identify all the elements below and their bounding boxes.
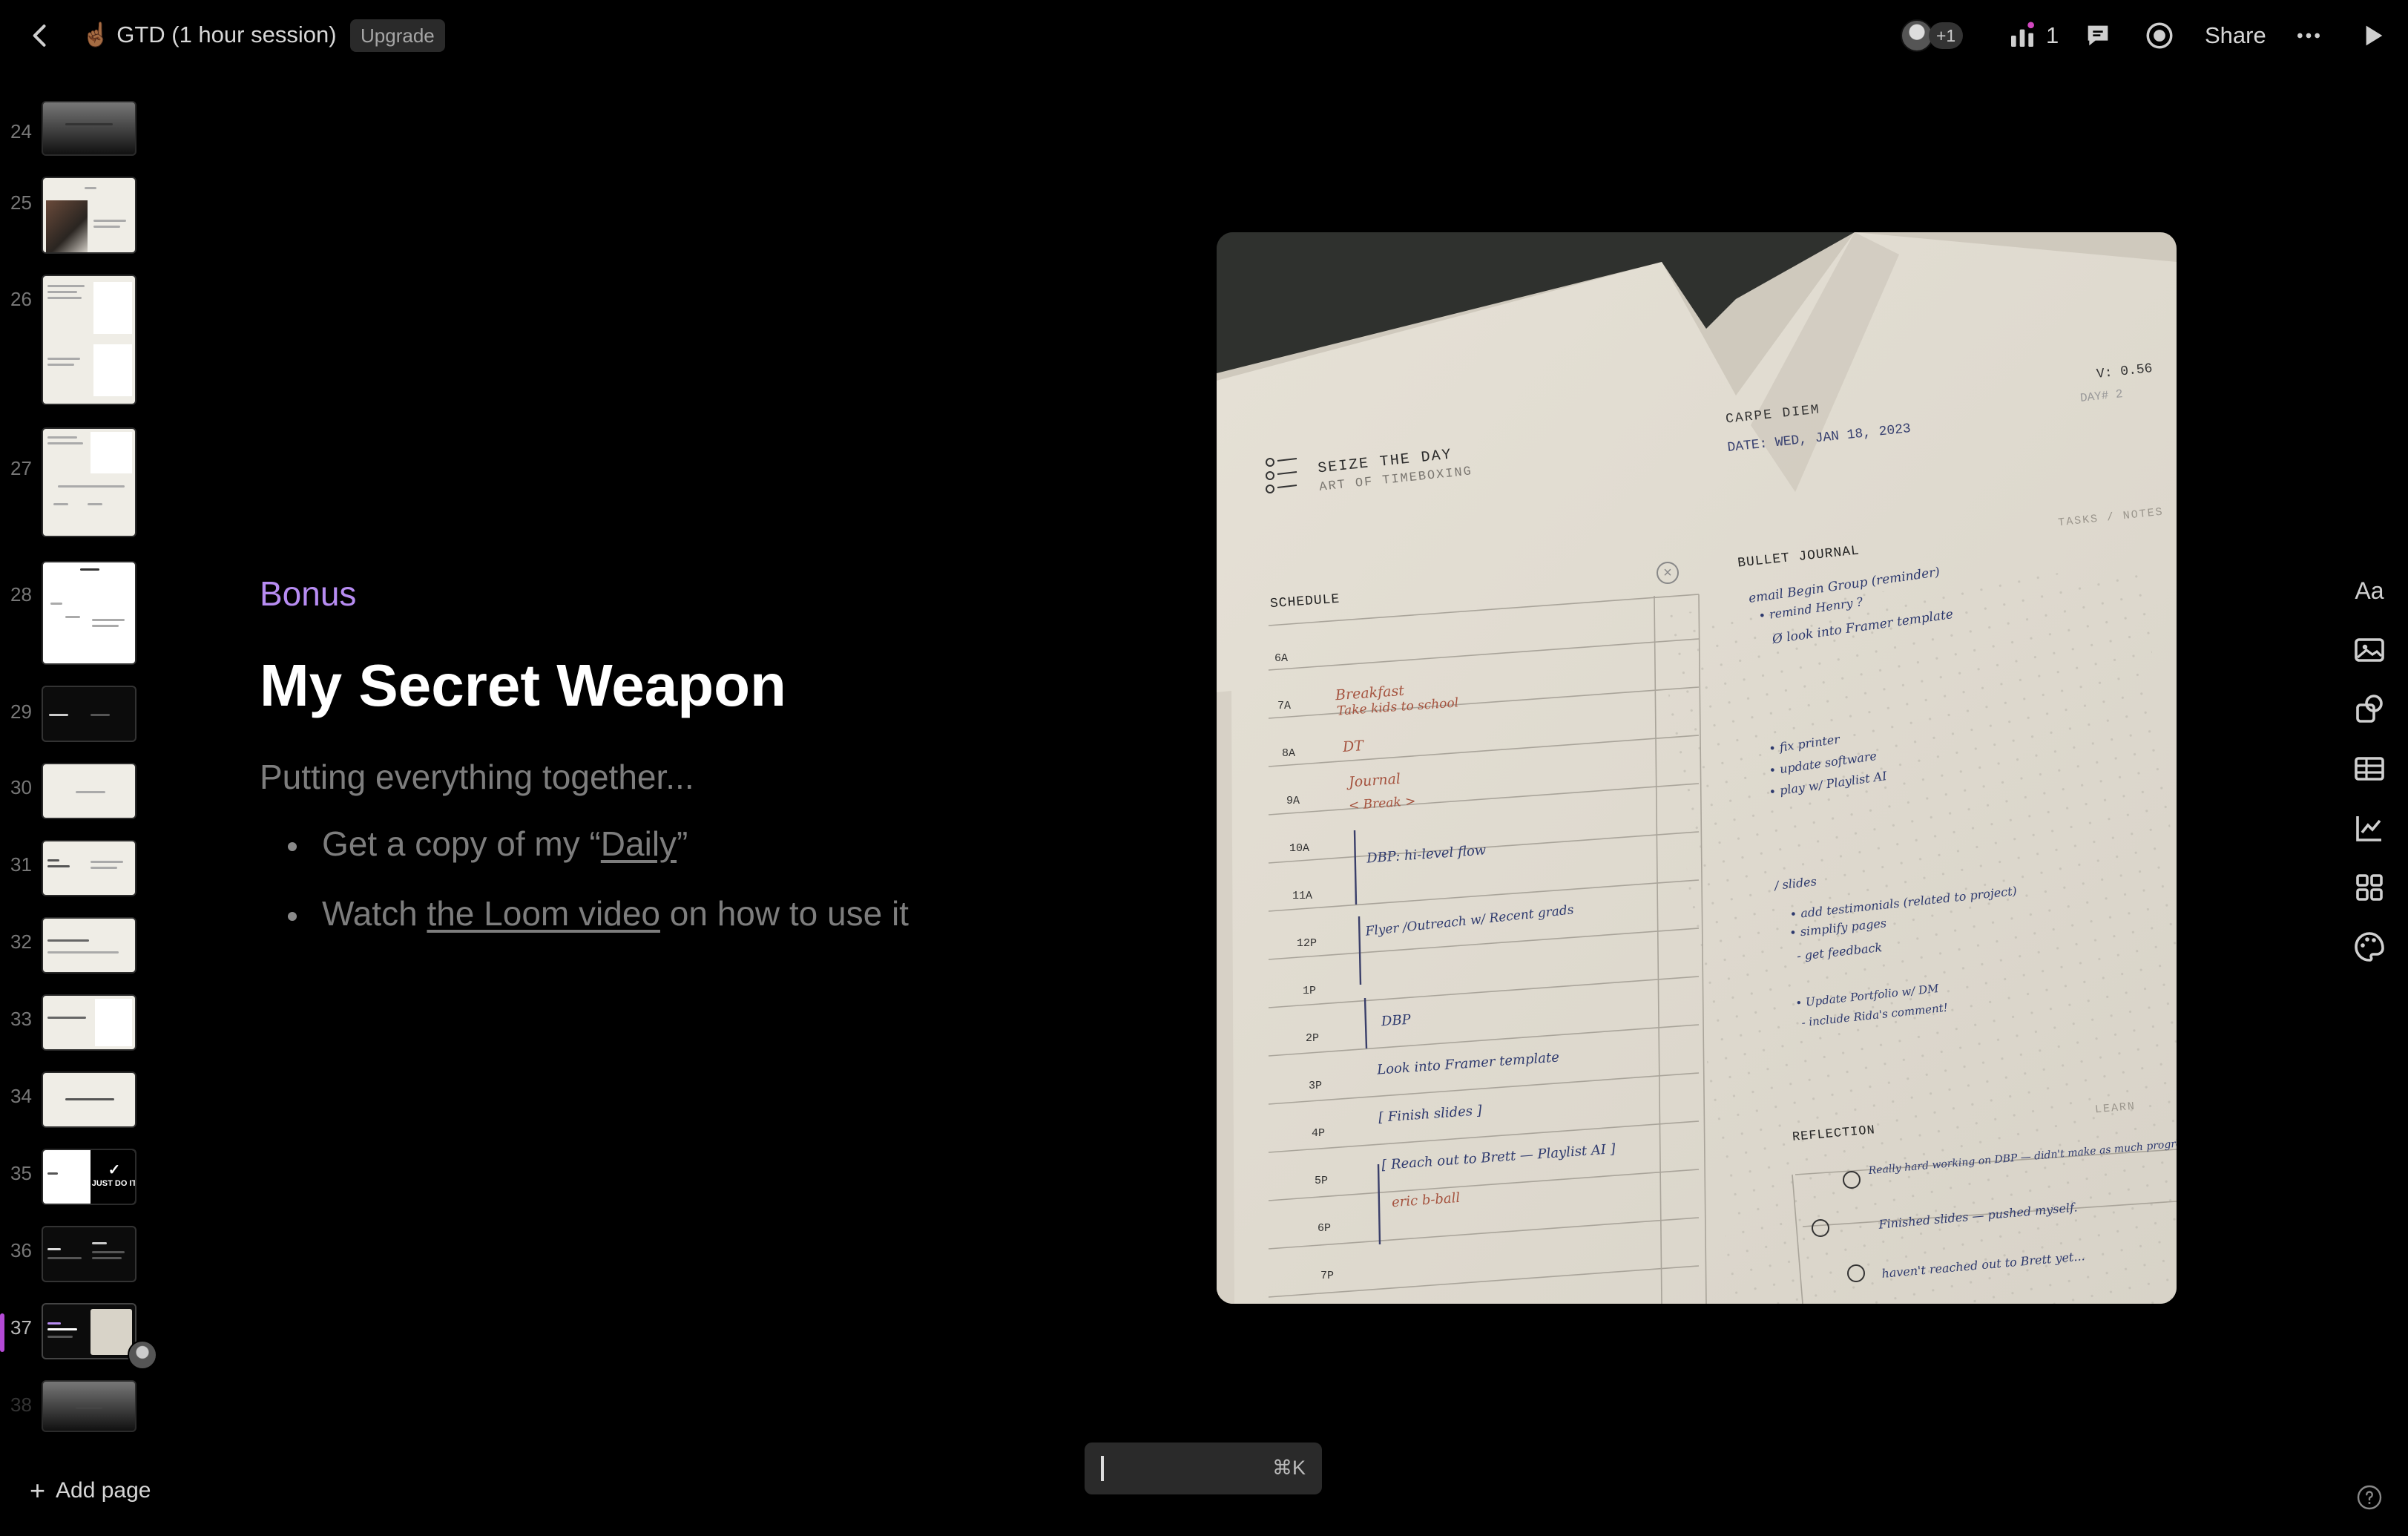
analytics-button[interactable]: 1: [2007, 18, 2059, 53]
hour-label: 7P: [1320, 1270, 1335, 1282]
slide-subtitle: Putting everything together...: [260, 758, 694, 796]
thumbnail-image: [42, 275, 136, 405]
hour-label: 2P: [1306, 1032, 1320, 1045]
slide-number: 38: [10, 1394, 32, 1416]
slide-number: 30: [10, 776, 32, 798]
add-page-button[interactable]: + Add page: [30, 1475, 151, 1506]
hour-label: 6P: [1318, 1222, 1332, 1235]
schedule-entry: DT: [1342, 738, 1364, 755]
slide-number: 33: [10, 1008, 32, 1030]
bullet-text: on how to use it: [659, 894, 909, 933]
slide-kicker: Bonus: [260, 574, 357, 613]
thumbnail-image: [42, 686, 136, 742]
hour-label: 3P: [1309, 1080, 1323, 1092]
planner-photo[interactable]: SEIZE THE DAY ART OF TIMEBOXING V: 0.56 …: [1217, 232, 2177, 1304]
present-mode-button[interactable]: [2144, 18, 2175, 53]
nike-slogan: JUST DO IT: [91, 1179, 136, 1188]
thumbnail-image: [42, 1380, 136, 1432]
back-chevron-icon[interactable]: [24, 19, 56, 52]
thumbnail-image: [42, 840, 136, 896]
slide-number: 37: [10, 1316, 32, 1339]
upgrade-button[interactable]: Upgrade: [350, 19, 445, 52]
plus-icon: +: [30, 1475, 46, 1506]
slide-number: 26: [10, 288, 32, 310]
bullet-text: Get a copy of my “: [322, 824, 601, 863]
hour-label: 6A: [1274, 652, 1289, 665]
slide-sidebar: 24 25 26 27 28 29 30 31 32 33 34 35 ✓ JU…: [0, 96, 157, 1432]
command-input[interactable]: ⌘K: [1085, 1443, 1322, 1494]
slide-number: 25: [10, 191, 32, 214]
analytics-bars-icon: [2011, 22, 2034, 47]
comments-button[interactable]: [2083, 18, 2113, 53]
thumbnail-image: [42, 917, 136, 974]
thumbnail-image: [42, 763, 136, 819]
document-title[interactable]: ☝🏾 GTD (1 hour session): [82, 21, 337, 48]
hour-label: 1P: [1303, 985, 1317, 997]
slide-title: My Secret Weapon: [260, 652, 786, 718]
slide-number: 31: [10, 853, 32, 876]
hour-label: 4P: [1312, 1127, 1326, 1140]
thumbnail-image: [42, 1303, 136, 1359]
slide-number: 28: [10, 583, 32, 605]
slide-number: 35: [10, 1162, 32, 1184]
table-icon[interactable]: [2352, 751, 2387, 787]
add-page-label: Add page: [56, 1478, 151, 1503]
slide-number: 32: [10, 931, 32, 953]
analytics-count: 1: [2046, 22, 2059, 48]
schedule-lines: [1268, 594, 2177, 1304]
more-options-button[interactable]: [2294, 18, 2323, 53]
active-slide-indicator: [0, 1313, 4, 1352]
play-icon: [2366, 25, 2383, 46]
slide-number: 27: [10, 457, 32, 479]
hour-label: 11A: [1292, 890, 1313, 902]
daily-link[interactable]: Daily: [601, 824, 677, 863]
thumbnail-image: [42, 1226, 136, 1282]
thumbnail-image: [42, 177, 136, 254]
schedule-entry: DBP: [1381, 1011, 1412, 1030]
collaborators-extra-badge: +1: [1929, 22, 1964, 49]
text-caret: [1101, 1456, 1104, 1481]
hour-label: 7A: [1277, 700, 1292, 712]
thumbnail-image: [42, 561, 136, 665]
more-dots-icon: [2297, 33, 2320, 39]
slide-number: 24: [10, 120, 32, 142]
list-item: Watch the Loom video on how to use it: [282, 893, 909, 963]
top-bar: ☝🏾 GTD (1 hour session) Upgrade +1 1 Sha…: [0, 0, 2408, 71]
thumbnail-image: ✓ JUST DO IT: [42, 1149, 136, 1205]
hour-label: 10A: [1289, 842, 1310, 855]
loom-video-link[interactable]: the Loom video: [427, 894, 660, 933]
bullet-text: Watch: [322, 894, 427, 933]
slide-number: 36: [10, 1239, 32, 1261]
bullet-list: Get a copy of my “Daily” Watch the Loom …: [282, 824, 909, 963]
thumbnail-image: [42, 994, 136, 1051]
image-icon[interactable]: [2352, 632, 2387, 668]
viewer-avatar: [128, 1340, 157, 1370]
keyboard-shortcut-hint: ⌘K: [1272, 1457, 1306, 1479]
palette-icon[interactable]: [2352, 929, 2387, 965]
help-icon[interactable]: [2356, 1484, 2383, 1511]
shapes-icon[interactable]: [2352, 692, 2387, 727]
apps-icon[interactable]: [2352, 870, 2387, 905]
collaborators[interactable]: +1: [1901, 18, 1964, 53]
record-icon: [2146, 22, 2173, 49]
hour-label: 8A: [1282, 747, 1296, 760]
thumbnail-image: [42, 101, 136, 156]
hour-label: 12P: [1297, 937, 1318, 950]
chart-icon[interactable]: [2352, 810, 2387, 846]
thumbnail-image: [42, 1071, 136, 1128]
thumbnail-image: [42, 427, 136, 537]
hour-label: 5P: [1315, 1175, 1329, 1187]
play-presentation-button[interactable]: [2358, 18, 2387, 53]
share-button[interactable]: Share: [2205, 18, 2266, 53]
comment-icon: [2088, 25, 2108, 46]
list-item: Get a copy of my “Daily”: [282, 824, 909, 893]
bullet-text: ”: [677, 824, 688, 863]
slide-number: 34: [10, 1085, 32, 1107]
hour-label: 9A: [1286, 795, 1300, 807]
slide-number: 29: [10, 700, 32, 723]
text-icon[interactable]: Aa: [2352, 573, 2387, 608]
